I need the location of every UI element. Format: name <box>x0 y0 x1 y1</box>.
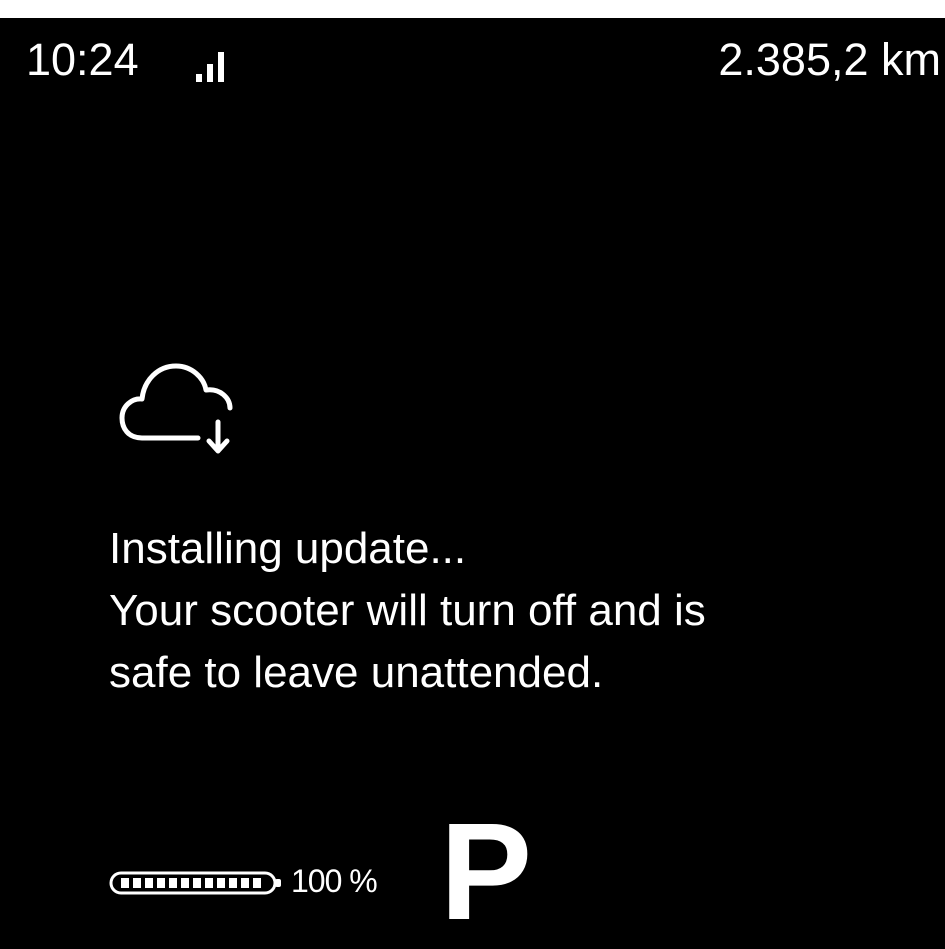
battery-segment <box>121 878 129 888</box>
battery-icon <box>109 871 281 895</box>
update-message-line: Your scooter will turn off and is <box>109 586 706 635</box>
battery-segment <box>193 878 201 888</box>
update-message-line: Installing update... <box>109 524 467 573</box>
clock: 10:24 <box>26 34 139 85</box>
battery-segment <box>229 878 237 888</box>
signal-bars-icon <box>196 52 224 82</box>
scooter-display: 10:24 2.385,2 km Installing update... Yo… <box>0 18 945 949</box>
battery-segment <box>145 878 153 888</box>
battery-segment <box>205 878 213 888</box>
battery-segment <box>241 878 249 888</box>
battery-segment <box>169 878 177 888</box>
update-message-line: safe to leave unattended. <box>109 648 604 697</box>
battery-segment <box>133 878 141 888</box>
battery-segment <box>181 878 189 888</box>
battery-segment <box>253 878 261 888</box>
battery-segment <box>217 878 225 888</box>
cloud-download-icon <box>119 363 233 454</box>
update-message: Installing update... Your scooter will t… <box>109 518 909 704</box>
battery-segment <box>157 878 165 888</box>
odometer: 2.385,2 km <box>718 34 941 85</box>
status-bar: 10:24 2.385,2 km <box>26 34 941 90</box>
battery-segments <box>121 878 261 888</box>
battery-percent: 100 % <box>291 863 378 899</box>
gear-indicator: P <box>440 795 533 949</box>
